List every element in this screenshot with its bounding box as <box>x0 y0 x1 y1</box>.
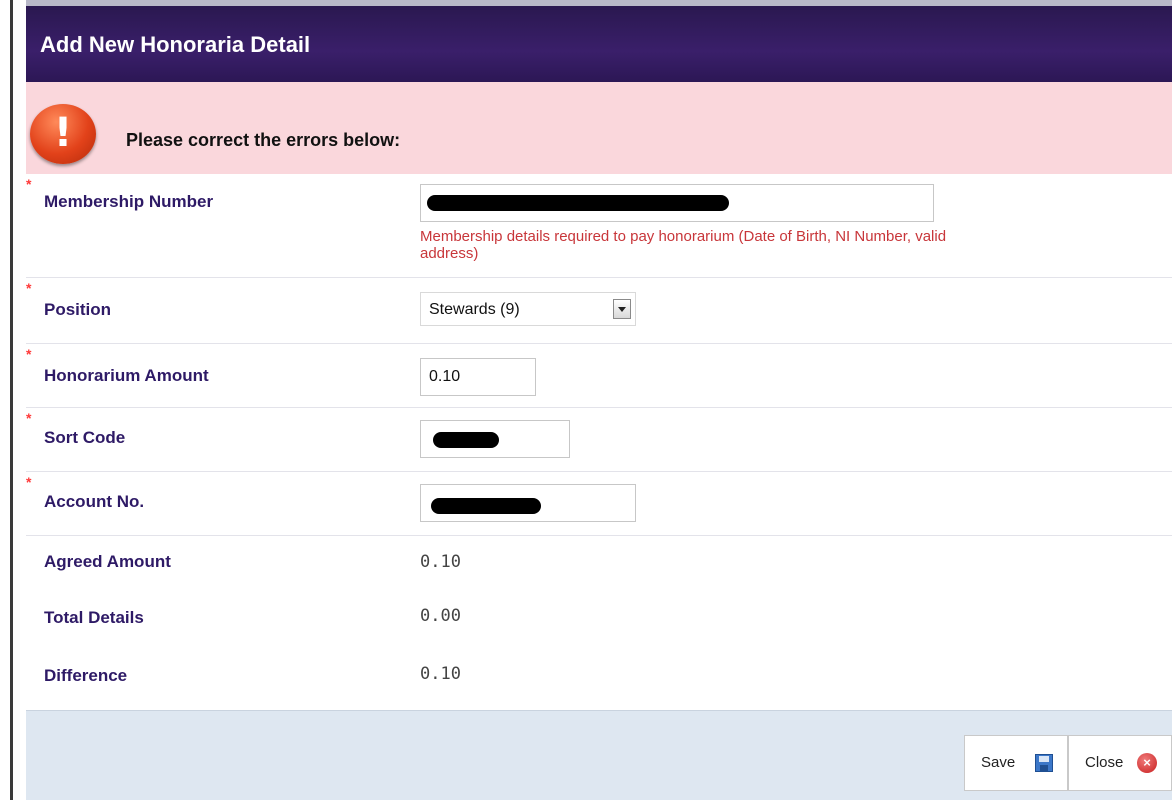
sort-code-input[interactable] <box>420 420 570 458</box>
honorarium-amount-value: 0.10 <box>429 368 461 385</box>
required-marker: * <box>26 280 32 296</box>
save-button[interactable]: Save <box>964 735 1068 791</box>
exclamation-icon: ! <box>30 104 96 164</box>
required-marker: * <box>26 474 32 490</box>
chevron-down-icon[interactable] <box>613 299 631 319</box>
window-edge <box>0 0 14 800</box>
total-details-label: Total Details <box>44 608 144 627</box>
save-button-label: Save <box>981 754 1016 771</box>
agreed-amount-value: 0.10 <box>420 552 461 572</box>
difference-label: Difference <box>44 666 128 685</box>
add-honoraria-dialog: Add New Honoraria Detail ! Please correc… <box>26 0 1172 800</box>
account-no-row: * Account No. <box>26 472 1172 536</box>
honorarium-amount-label: Honorarium Amount <box>44 366 209 385</box>
dialog-titlebar: Add New Honoraria Detail <box>26 0 1172 82</box>
close-icon: × <box>1137 753 1157 773</box>
close-button[interactable]: Close × <box>1068 735 1172 791</box>
close-button-label: Close <box>1085 754 1124 771</box>
redacted-value <box>433 432 499 448</box>
agreed-amount-label: Agreed Amount <box>44 552 171 571</box>
sort-code-label: Sort Code <box>44 428 126 447</box>
redacted-value <box>431 498 541 514</box>
honorarium-amount-input[interactable]: 0.10 <box>420 358 536 396</box>
membership-number-label: Membership Number <box>44 192 214 211</box>
position-select[interactable]: Stewards (9) <box>420 292 636 326</box>
difference-value: 0.10 <box>420 664 461 684</box>
membership-number-row: * Membership Number Membership details r… <box>26 174 1172 278</box>
floppy-disk-icon <box>1035 754 1053 772</box>
sort-code-row: * Sort Code <box>26 408 1172 472</box>
dialog-footer: Save Close × <box>26 710 1172 800</box>
redacted-value <box>427 195 729 211</box>
account-no-input[interactable] <box>420 484 636 522</box>
required-marker: * <box>26 346 32 362</box>
membership-number-error: Membership details required to pay honor… <box>420 228 947 262</box>
error-summary-text: Please correct the errors below: <box>126 130 401 150</box>
account-no-label: Account No. <box>44 492 145 511</box>
honorarium-amount-row: * Honorarium Amount 0.10 <box>26 344 1172 408</box>
position-selected-value: Stewards (9) <box>429 301 520 318</box>
required-marker: * <box>26 410 32 426</box>
dialog-title: Add New Honoraria Detail <box>40 32 311 57</box>
total-details-value: 0.00 <box>420 606 461 626</box>
agreed-amount-row: Agreed Amount 0.10 <box>26 536 1172 592</box>
difference-row: Difference 0.10 <box>26 648 1172 710</box>
membership-number-input[interactable] <box>420 184 934 222</box>
required-marker: * <box>26 176 32 192</box>
error-summary-panel: ! Please correct the errors below: <box>26 82 1172 174</box>
total-details-row: Total Details 0.00 <box>26 592 1172 648</box>
position-label: Position <box>44 300 112 319</box>
